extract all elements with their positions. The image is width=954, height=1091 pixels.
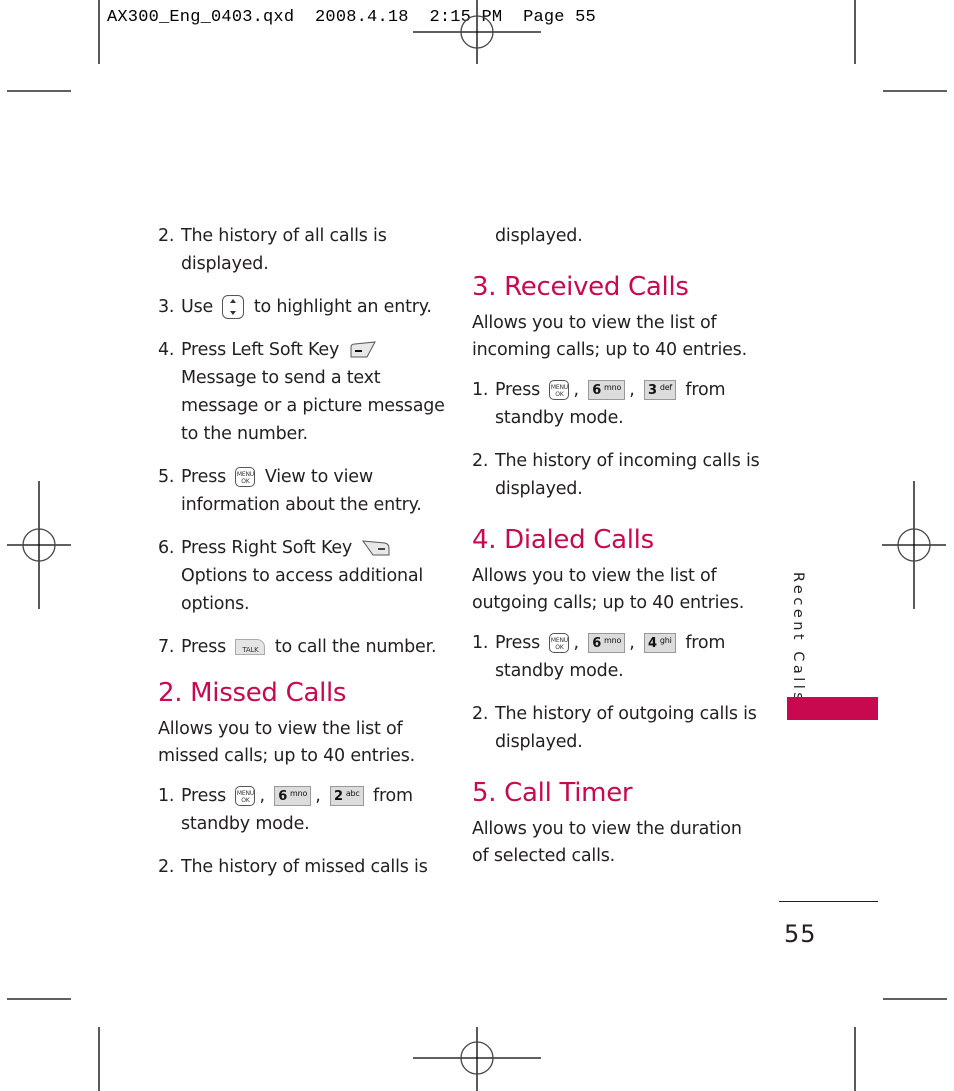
step-item: 1. Press MENU OK, 6 mno, 3 def from standby…: [472, 376, 762, 432]
step-number: 2.: [472, 451, 489, 471]
key-label: MENU: [236, 790, 254, 797]
step-text: to highlight an entry.: [253, 297, 432, 317]
step-number: 1.: [158, 786, 175, 806]
menu-ok-key-icon: MENU OK: [549, 633, 570, 653]
step-number: 2.: [158, 226, 175, 246]
section-description: Allows you to view the list of outgoing …: [472, 566, 745, 613]
step-item: 2. The history of incoming calls is disp…: [472, 447, 762, 503]
step-number: 5.: [158, 467, 175, 487]
step-number: 1.: [472, 633, 489, 653]
step-text: Press Right Soft Key: [181, 538, 353, 558]
step-text: Use: [181, 297, 214, 317]
separator: ,: [573, 380, 579, 400]
separator: ,: [315, 786, 321, 806]
chapter-tab-bar: [787, 697, 878, 720]
key-label: MENU: [550, 384, 568, 391]
continued-text: displayed.: [495, 226, 583, 246]
step-text: The history of incoming calls is display…: [495, 451, 760, 499]
step-item: 4. Press Left Soft Key Message to send a…: [158, 336, 448, 448]
separator: ,: [629, 380, 635, 400]
menu-ok-key-icon: MENU OK: [235, 786, 256, 806]
step-text: Press: [495, 380, 541, 400]
right-soft-key-icon: [362, 540, 390, 556]
step-number: 4.: [158, 340, 175, 360]
step-text: Press: [181, 786, 227, 806]
key-digit: 6: [592, 636, 602, 651]
key-6-icon: 6 mno: [274, 786, 312, 806]
left-soft-key-icon: [350, 341, 376, 358]
step-number: 3.: [158, 297, 175, 317]
step-item: 5. Press MENU OK View to view information…: [158, 463, 448, 519]
step-item: 2. The history of all calls is displayed…: [158, 222, 448, 278]
left-column: 2. The history of all calls is displayed…: [158, 222, 448, 896]
step-text: Press Left Soft Key: [181, 340, 340, 360]
key-label: OK: [241, 797, 250, 804]
section-heading-dialed-calls: 4. Dialed Calls: [472, 525, 654, 555]
step-text: Press: [495, 633, 541, 653]
step-number: 7.: [158, 637, 175, 657]
key-letters: ghi: [659, 636, 672, 645]
key-digit: 6: [592, 383, 602, 398]
step-item: 3. Use to highlight an entry.: [158, 293, 448, 321]
step-text: Message to send a text message or a pict…: [181, 368, 445, 444]
step-text: The history of outgoing calls is display…: [495, 704, 757, 752]
key-label: OK: [555, 644, 564, 651]
folio-rule: [779, 901, 878, 902]
key-3-icon: 3 def: [643, 380, 677, 400]
section-description: Allows you to view the list of incoming …: [472, 313, 747, 360]
navigation-key-icon: [222, 295, 245, 319]
step-item: 2. The history of outgoing calls is disp…: [472, 700, 762, 756]
key-label: MENU: [550, 637, 568, 644]
key-digit: 6: [278, 789, 288, 804]
talk-key-icon: TALK: [235, 639, 266, 655]
right-column: displayed. 3. Received Calls Allows you …: [472, 222, 762, 882]
step-number: 2.: [158, 857, 175, 877]
key-6-icon: 6 mno: [588, 633, 626, 653]
key-2-icon: 2 abc: [329, 786, 364, 806]
separator: ,: [259, 786, 265, 806]
key-letters: mno: [604, 636, 622, 645]
step-number: 6.: [158, 538, 175, 558]
page-number: 55: [784, 920, 817, 948]
step-text: Press: [181, 637, 227, 657]
key-letters: def: [659, 383, 673, 392]
step-text: Options to access additional options.: [181, 566, 424, 614]
key-letters: mno: [290, 789, 308, 798]
section-heading-received-calls: 3. Received Calls: [472, 272, 689, 302]
key-digit: 3: [647, 383, 657, 398]
section-description: Allows you to view the list of missed ca…: [158, 719, 415, 766]
step-text: to call the number.: [274, 637, 437, 657]
key-digit: 4: [647, 636, 657, 651]
key-label: MENU: [236, 471, 254, 478]
key-digit: 2: [333, 789, 343, 804]
step-item: 2. The history of missed calls is: [158, 853, 448, 881]
step-item: 7. Press TALK to call the number.: [158, 633, 448, 661]
separator: ,: [629, 633, 635, 653]
key-label: OK: [241, 478, 250, 485]
key-letters: mno: [604, 383, 622, 392]
section-heading-call-timer: 5. Call Timer: [472, 778, 633, 808]
section-heading-missed-calls: 2. Missed Calls: [158, 678, 347, 708]
section-description: Allows you to view the duration of selec…: [472, 819, 742, 866]
key-6-icon: 6 mno: [588, 380, 626, 400]
key-letters: abc: [345, 789, 360, 798]
step-item: 1. Press MENU OK, 6 mno, 2 abc from standby…: [158, 782, 448, 838]
step-item: 6. Press Right Soft Key Options to acces…: [158, 534, 448, 618]
step-number: 1.: [472, 380, 489, 400]
step-number: 2.: [472, 704, 489, 724]
chapter-tab-label: Recent Calls: [790, 572, 806, 704]
menu-ok-key-icon: MENU OK: [235, 467, 256, 487]
key-label: OK: [555, 391, 564, 398]
step-text: The history of missed calls is: [181, 857, 428, 877]
step-text: The history of all calls is displayed.: [181, 226, 387, 274]
menu-ok-key-icon: MENU OK: [549, 380, 570, 400]
separator: ,: [573, 633, 579, 653]
key-4-icon: 4 ghi: [643, 633, 676, 653]
step-text: Press: [181, 467, 227, 487]
step-item: 1. Press MENU OK, 6 mno, 4 ghi from standby…: [472, 629, 762, 685]
